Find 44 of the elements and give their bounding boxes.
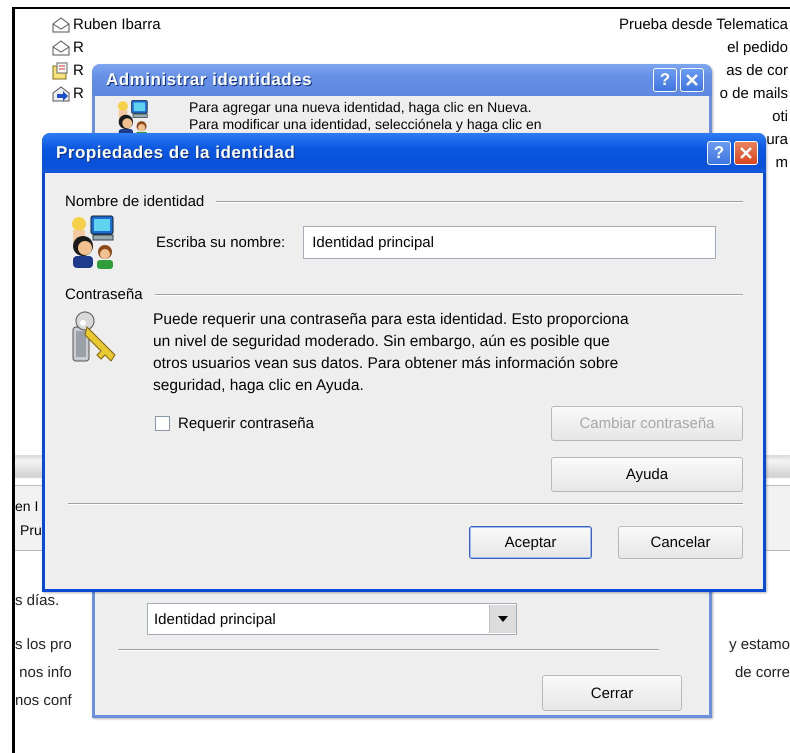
section-heading: Contraseña [65,286,143,303]
dropdown-arrow-icon [498,616,508,622]
message-text: s los pro [15,636,72,652]
message-subject: ura [766,131,789,148]
message-subject: el pedido [727,39,789,56]
message-sender: Ruben Ibarra [73,16,161,33]
dialog-button[interactable]: Cancelar [618,526,743,559]
note-icon [52,62,70,80]
message-text: nos conf [15,692,72,708]
envelope-arrow-icon [52,84,70,102]
require-password-checkbox[interactable]: Requerir contraseña [155,406,314,441]
message-text: de corre [734,664,790,680]
message-text: s días. [15,592,60,608]
message-subject: o de mails [720,85,789,102]
message-text: nos info [18,664,72,680]
section-heading: Nombre de identidad [65,193,204,210]
message-sender: R [73,39,84,56]
close-button[interactable] [680,68,704,92]
help-dialog-button[interactable]: Ayuda [551,457,743,492]
name-input[interactable]: Identidad principal [303,226,716,258]
instruction-text: Para agregar una nueva identidad, haga clic en Nueva. [189,99,532,115]
preview-header-text: en I [15,498,40,514]
message-subject: as de cor [726,62,789,79]
message-sender: R [73,62,84,79]
close-icon [685,73,699,87]
identity-dropdown[interactable]: Identidad principal [147,603,517,635]
preview-header-text: Pru [19,522,43,538]
instruction-text: Para modificar una identidad, selecciónela y haga clic en [189,116,542,132]
message-subject: m [776,154,789,171]
envelope-icon [52,40,70,56]
password-description: Puede requerir una contraseña para esta identidad. Esto proporciona un nivel de seguridad moderado. Sin embargo, aún es posible que otros usuarios vean sus datos. Para obtener más información sobre seguridad, haga clic en Ayuda. [153,310,630,396]
message-subject: oti [772,108,789,125]
message-sender: R [73,85,84,102]
close-button[interactable] [734,141,758,165]
close-dialog-button[interactable]: Cerrar [542,675,682,711]
close-icon [739,146,753,160]
envelope-icon [52,16,70,32]
checkbox[interactable] [155,416,170,431]
window-title: Propiedades de la identidad [56,143,296,163]
name-label: Escriba su nombre: [156,234,286,250]
dialog-button[interactable]: Aceptar [469,526,592,559]
window-title: Administrar identidades [106,70,312,90]
message-text: y estamo [729,636,790,652]
message-subject: Prueba desde Telematica [619,16,789,33]
